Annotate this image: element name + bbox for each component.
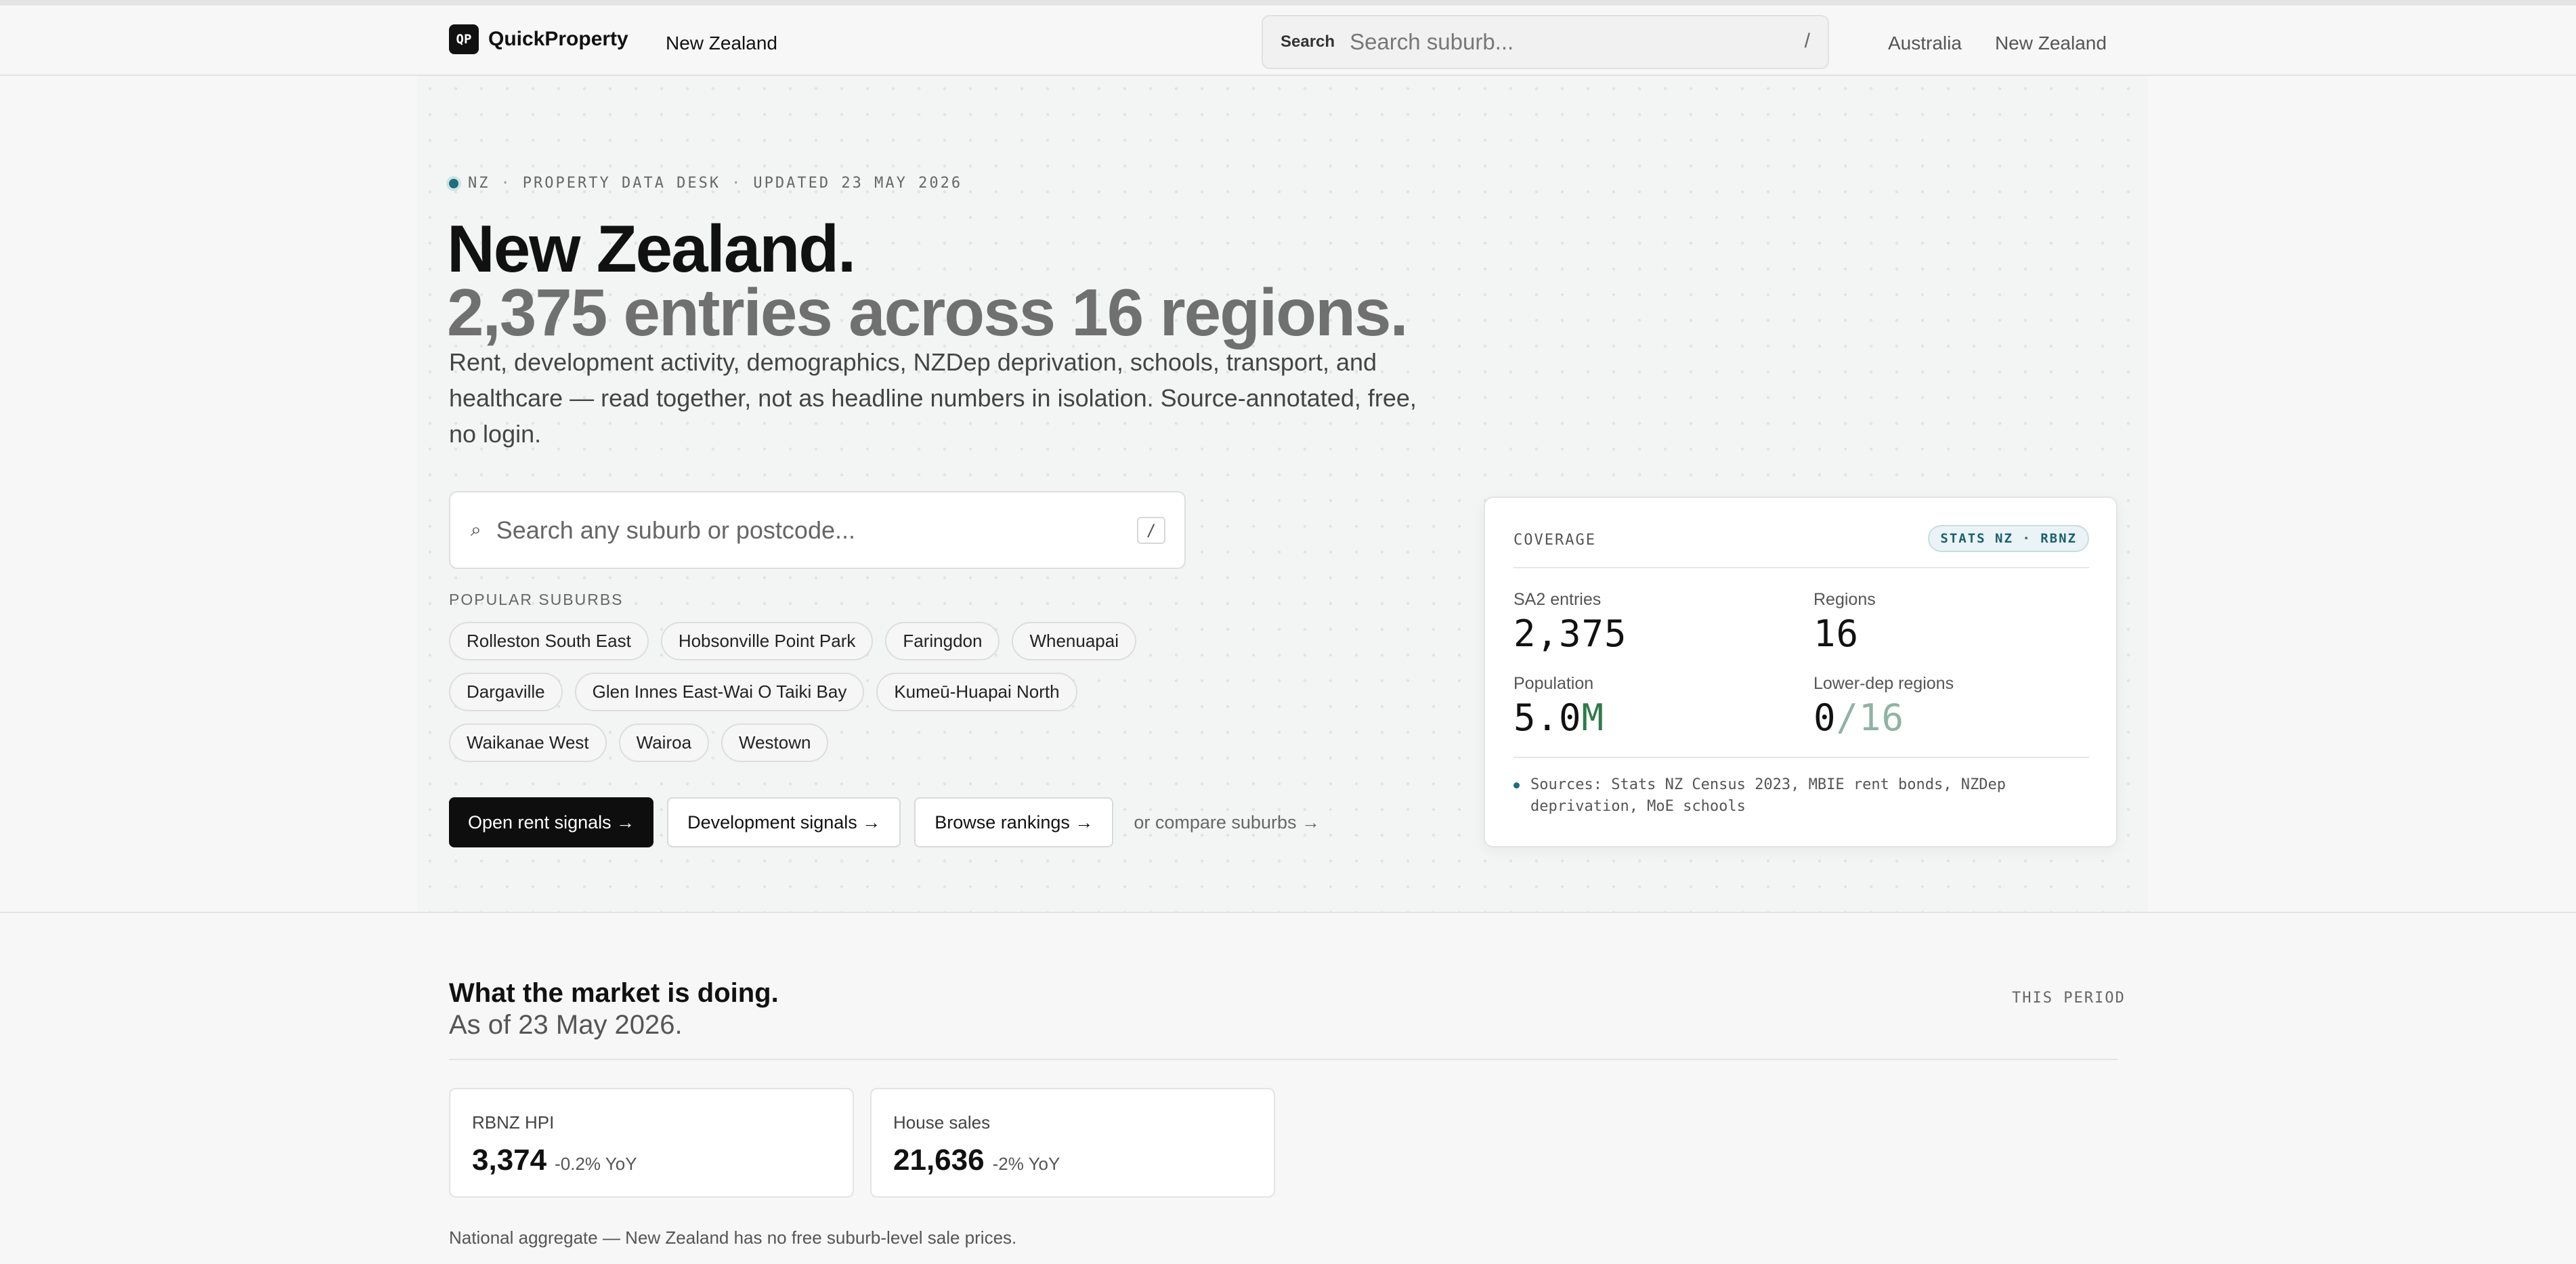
stat-label: SA2 entries — [1514, 590, 1602, 609]
sales-change: -2% YoY — [992, 1154, 1060, 1174]
header-search-input[interactable] — [1348, 28, 1772, 56]
stat-value: 5.0M — [1514, 696, 1604, 739]
eyebrow-country: NZ — [468, 175, 490, 192]
stat-label: Lower-dep regions — [1813, 674, 1954, 693]
stat-label: Regions — [1813, 590, 1876, 609]
header-search-shortcut: / — [1804, 30, 1810, 52]
brand-name: QuickProperty — [488, 28, 628, 50]
brand-link[interactable]: QP QuickProperty — [449, 24, 628, 54]
compare-suburbs-link[interactable]: or compare suburbs → — [1134, 812, 1320, 833]
hero-actions: Open rent signals → Development signals … — [449, 797, 1320, 847]
hpi-value: 3,374 — [472, 1143, 547, 1177]
coverage-card: COVERAGE STATS NZ · RBNZ SA2 entries 2,3… — [1484, 497, 2118, 847]
stat-label: Population — [1514, 674, 1594, 693]
popular-suburbs-label: POPULAR SUBURBS — [449, 591, 624, 608]
market-card-value: 21,636 -2% YoY — [893, 1143, 1060, 1177]
suburb-chip[interactable]: Hobsonville Point Park — [660, 622, 874, 660]
live-status-dot — [449, 178, 458, 188]
stat-value: 16 — [1813, 612, 1860, 655]
population-unit: M — [1581, 696, 1605, 739]
search-shortcut-key: / — [1137, 517, 1165, 544]
sources-text: Sources: Stats NZ Census 2023, MBIE rent… — [1530, 776, 2006, 815]
suburb-chip[interactable]: Dargaville — [449, 673, 563, 711]
stat-lower-dep-regions: Lower-dep regions 0/16 — [1813, 674, 1954, 739]
sales-value: 21,636 — [893, 1143, 985, 1177]
hero-eyebrow: NZ · PROPERTY DATA DESK · UPDATED 23 MAY… — [449, 175, 962, 192]
brand-logo: QP — [449, 24, 479, 54]
country-link-new-zealand[interactable]: New Zealand — [1995, 33, 2107, 54]
lowdep-total: /16 — [1836, 696, 1905, 739]
development-signals-button[interactable]: Development signals → — [667, 797, 901, 847]
card-divider — [1514, 567, 2089, 568]
market-card-value: 3,374 -0.2% YoY — [472, 1143, 637, 1177]
coverage-heading: COVERAGE — [1514, 532, 1596, 549]
stat-sa2-entries: SA2 entries 2,375 — [1514, 590, 1627, 655]
card-divider — [1514, 757, 2089, 758]
stat-regions: Regions 16 — [1813, 590, 1876, 655]
stat-value: 2,375 — [1514, 612, 1627, 655]
popular-suburbs-list: Rolleston South East Hobsonville Point P… — [449, 622, 1194, 774]
stat-value: 0/16 — [1813, 696, 1954, 739]
open-rent-signals-button[interactable]: Open rent signals → — [449, 797, 654, 847]
suburb-chip[interactable]: Waikanae West — [449, 723, 607, 762]
period-tag: THIS PERIOD — [2012, 990, 2126, 1007]
top-navigation-bar: QP QuickProperty New Zealand Search / Au… — [0, 0, 2576, 76]
market-card-hpi: RBNZ HPI 3,374 -0.2% YoY — [449, 1088, 854, 1198]
sources-badge: STATS NZ · RBNZ — [1928, 525, 2089, 552]
eyebrow-updated: UPDATED 23 MAY 2026 — [753, 175, 963, 192]
market-section-date: As of 23 May 2026. — [449, 1010, 683, 1040]
nav-region-link[interactable]: New Zealand — [666, 33, 777, 54]
page-title: New Zealand. — [447, 211, 856, 286]
page-subtitle: 2,375 entries across 16 regions. — [447, 275, 1409, 350]
bullet-dot — [1514, 782, 1520, 788]
eyebrow-desk: PROPERTY DATA DESK — [522, 175, 721, 192]
country-switcher: Australia New Zealand — [1888, 33, 2107, 54]
coverage-sources: Sources: Stats NZ Census 2023, MBIE rent… — [1514, 774, 2069, 818]
suburb-chip[interactable]: Westown — [721, 723, 829, 762]
market-card-house-sales: House sales 21,636 -2% YoY — [870, 1088, 1275, 1198]
suburb-chip[interactable]: Wairoa — [618, 723, 710, 762]
suburb-chip[interactable]: Whenuapai — [1012, 622, 1137, 660]
section-divider — [0, 912, 2576, 913]
lowdep-count: 0 — [1813, 696, 1837, 739]
browse-rankings-button[interactable]: Browse rankings → — [914, 797, 1114, 847]
header-search-box[interactable]: Search / — [1262, 15, 1829, 69]
suburb-chip[interactable]: Faringdon — [885, 622, 1000, 660]
population-number: 5.0 — [1514, 696, 1582, 739]
suburb-search-input[interactable] — [494, 515, 1107, 545]
suburb-search-box[interactable]: ⌕ / — [449, 491, 1186, 569]
eyebrow-separator: · — [500, 175, 512, 192]
suburb-chip[interactable]: Kumeū-Huapai North — [876, 673, 1077, 711]
hpi-change: -0.2% YoY — [555, 1154, 637, 1174]
market-card-label: RBNZ HPI — [472, 1112, 555, 1133]
eyebrow-separator: · — [731, 175, 743, 192]
market-section-title: What the market is doing. — [449, 978, 779, 1008]
search-icon: ⌕ — [471, 519, 481, 540]
header-search-label: Search — [1281, 33, 1335, 51]
suburb-chip[interactable]: Glen Innes East-Wai O Taiki Bay — [574, 673, 865, 711]
suburb-chip[interactable]: Rolleston South East — [449, 622, 649, 660]
stat-population: Population 5.0M — [1514, 674, 1604, 739]
hero-description: Rent, development activity, demographics… — [449, 348, 1417, 448]
section-rule — [449, 1059, 2118, 1060]
market-footnote: National aggregate — New Zealand has no … — [449, 1227, 1017, 1248]
market-card-label: House sales — [893, 1112, 991, 1133]
country-link-australia[interactable]: Australia — [1888, 33, 1962, 54]
